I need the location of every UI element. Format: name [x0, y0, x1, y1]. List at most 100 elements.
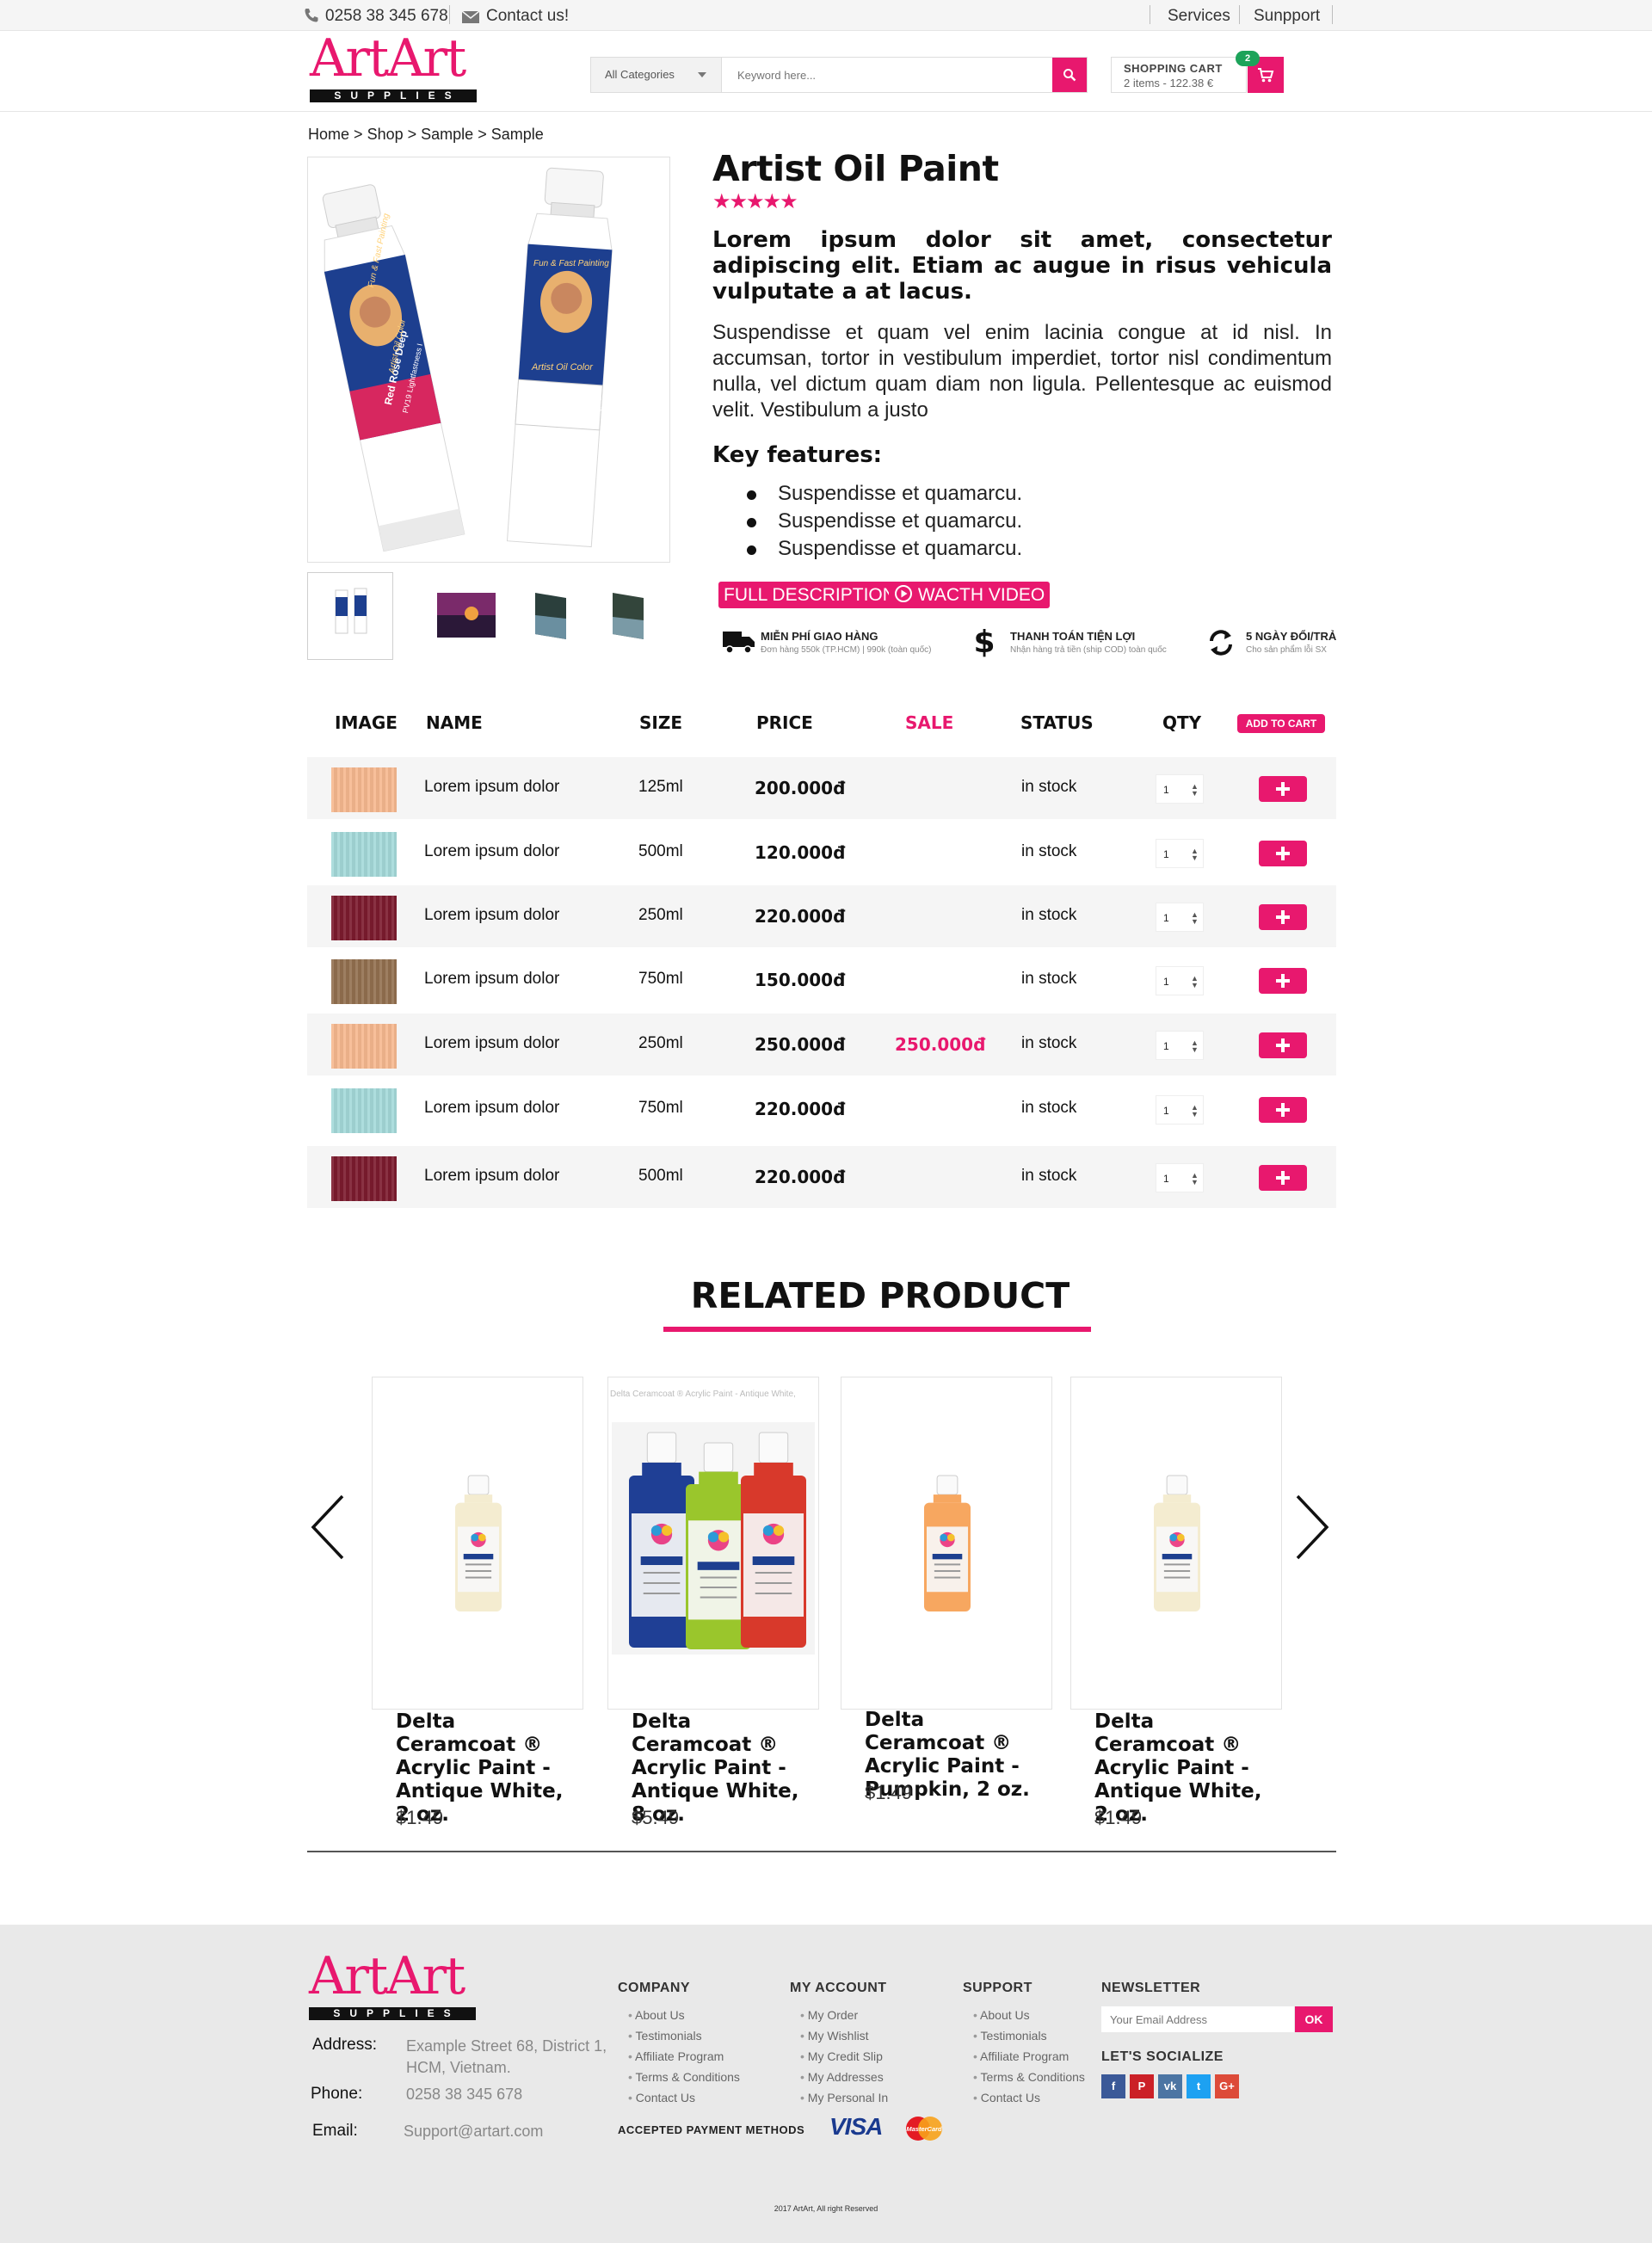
thumbnail-2[interactable]	[422, 572, 508, 660]
breadcrumb-shop[interactable]: Shop	[367, 126, 404, 143]
footer-link[interactable]: Terms & Conditions	[628, 2070, 740, 2084]
search-icon	[1063, 69, 1076, 82]
service-return-subtitle: Cho sản phẩm lỗi SX	[1246, 645, 1327, 655]
stepper-arrows-icon[interactable]: ▲ ▼	[1191, 975, 1199, 989]
stepper-arrows-icon[interactable]: ▲ ▼	[1191, 911, 1199, 926]
thumbnail-landscape-canvas	[535, 593, 566, 639]
newsletter-submit-button[interactable]: OK	[1295, 2006, 1333, 2032]
stepper-arrows-icon[interactable]: ▲ ▼	[1191, 1172, 1199, 1186]
facebook-icon[interactable]: f	[1101, 2074, 1125, 2098]
footer-link[interactable]: About Us	[628, 2008, 685, 2022]
product-card[interactable]	[1070, 1377, 1282, 1710]
quantity-stepper[interactable]: 1 ▲ ▼	[1156, 774, 1204, 804]
footer-link[interactable]: Testimonials	[628, 2029, 702, 2043]
google-plus-icon[interactable]: G+	[1215, 2074, 1239, 2098]
watch-video-button[interactable]: WACTH VIDEO	[889, 582, 1051, 608]
add-to-cart-button[interactable]	[1259, 968, 1307, 994]
breadcrumb-sample[interactable]: Sample	[421, 126, 473, 143]
key-feature-item: Suspendisse et quamarcu.	[778, 537, 1023, 560]
carousel-next-button[interactable]	[1292, 1493, 1332, 1562]
vk-icon[interactable]: vk	[1158, 2074, 1182, 2098]
add-to-cart-button[interactable]	[1259, 1032, 1307, 1058]
quantity-value: 1	[1163, 912, 1169, 924]
quantity-stepper[interactable]: 1 ▲ ▼	[1156, 1095, 1204, 1125]
add-to-cart-button[interactable]	[1259, 1097, 1307, 1123]
site-logo[interactable]: ArtArt SUPPLIES	[308, 31, 480, 105]
footer-link[interactable]: Affiliate Program	[628, 2049, 724, 2063]
product-card[interactable]	[841, 1377, 1052, 1710]
quantity-stepper[interactable]: 1 ▲ ▼	[1156, 1031, 1204, 1060]
footer-link[interactable]: My Addresses	[800, 2070, 884, 2084]
product-price: $1.49	[1094, 1807, 1143, 1828]
newsletter-email-input[interactable]	[1101, 2006, 1294, 2032]
footer-logo[interactable]: ArtArt SUPPLIES	[307, 1949, 479, 2024]
newsletter-title: NEWSLETTER	[1101, 1981, 1201, 1995]
paint-tubes-illustration	[322, 167, 613, 552]
footer-link[interactable]: My Personal In	[800, 2091, 888, 2104]
product-description: Suspendisse et quam vel enim lacinia con…	[712, 321, 1332, 422]
footer-phone: 0258 38 345 678	[406, 2086, 523, 2103]
topbar-phone: 0258 38 345 678	[325, 7, 448, 25]
search-input[interactable]	[722, 58, 1051, 92]
quantity-stepper[interactable]: 1 ▲ ▼	[1156, 839, 1204, 868]
twitter-icon[interactable]: t	[1187, 2074, 1211, 2098]
thumbnail-1[interactable]	[307, 572, 393, 660]
add-to-cart-button[interactable]	[1259, 1165, 1307, 1191]
quantity-value: 1	[1163, 1040, 1169, 1052]
pinterest-icon[interactable]: P	[1130, 2074, 1154, 2098]
breadcrumb-home[interactable]: Home	[308, 126, 349, 143]
shopping-cart-summary[interactable]: SHOPPING CART 2 items - 122.38 €	[1111, 57, 1247, 93]
product-price: $5.49	[632, 1807, 680, 1828]
variant-size: 750ml	[638, 970, 683, 988]
table-row: Lorem ipsum dolor 500ml 220.000đ in stock 1 ▲…	[307, 1146, 1336, 1208]
table-row: Lorem ipsum dolor 750ml 150.000đ in stock 1 ▲…	[307, 949, 1336, 1011]
search-bar: All Categories	[590, 57, 1088, 93]
stepper-arrows-icon[interactable]: ▲ ▼	[1191, 847, 1199, 862]
key-feature-item: Suspendisse et quamarcu.	[778, 482, 1023, 505]
mastercard-label: MasterCard	[906, 2125, 942, 2133]
color-swatch	[331, 767, 397, 812]
topbar-support-link[interactable]: Sunpport	[1254, 7, 1320, 26]
footer-link[interactable]: About Us	[973, 2008, 1030, 2022]
product-card[interactable]: Delta Ceramcoat ® Acrylic Paint - Antiqu…	[607, 1377, 819, 1710]
search-button[interactable]	[1052, 58, 1087, 92]
stepper-arrows-icon[interactable]: ▲ ▼	[1191, 1104, 1199, 1118]
topbar-contact-link[interactable]: Contact us!	[486, 7, 569, 26]
footer-link[interactable]: Affiliate Program	[973, 2049, 1069, 2063]
footer-link[interactable]: My Credit Slip	[800, 2049, 883, 2063]
table-row: Lorem ipsum dolor 125ml 200.000đ in stock 1 ▲…	[307, 757, 1336, 819]
product-card[interactable]	[372, 1377, 583, 1710]
quantity-stepper[interactable]: 1 ▲ ▼	[1156, 966, 1204, 995]
key-feature-item: Suspendisse et quamarcu.	[778, 509, 1023, 533]
thumbnail-4[interactable]	[585, 572, 671, 660]
add-to-cart-button[interactable]	[1259, 904, 1307, 930]
topbar-services-link[interactable]: Services	[1168, 7, 1230, 26]
footer-link[interactable]: Contact Us	[973, 2091, 1040, 2104]
product-main-image[interactable]: Red Rose Deep PV19 Lightfastness I Titan…	[307, 157, 670, 563]
product-image-bottle	[455, 1475, 502, 1611]
quantity-stepper[interactable]: 1 ▲ ▼	[1156, 1163, 1204, 1192]
footer-email[interactable]: Support@artart.com	[404, 2123, 543, 2141]
footer-logo-tagline: SUPPLIES	[309, 2007, 476, 2020]
full-description-button[interactable]: FULL DESCRIPTION	[718, 582, 901, 608]
footer-link[interactable]: Contact Us	[628, 2091, 695, 2104]
tube-2-line-label: Artist Oil Color	[532, 362, 593, 373]
breadcrumb-current: Sample	[490, 126, 544, 143]
footer-link[interactable]: My Wishlist	[800, 2029, 869, 2043]
column-header-qty: QTY	[1162, 712, 1202, 733]
footer-link[interactable]: My Order	[800, 2008, 858, 2022]
stepper-arrows-icon[interactable]: ▲ ▼	[1191, 783, 1199, 798]
breadcrumb-separator: >	[407, 126, 417, 143]
breadcrumb-separator: >	[354, 126, 363, 143]
add-to-cart-button[interactable]	[1259, 841, 1307, 866]
color-swatch	[331, 1156, 397, 1201]
quantity-value: 1	[1163, 1105, 1169, 1117]
thumbnail-3[interactable]	[508, 572, 594, 660]
stepper-arrows-icon[interactable]: ▲ ▼	[1191, 1039, 1199, 1054]
add-to-cart-button[interactable]	[1259, 776, 1307, 802]
table-row: Lorem ipsum dolor 250ml 250.000đ 250.000đ in…	[307, 1014, 1336, 1075]
footer-link[interactable]: Testimonials	[973, 2029, 1047, 2043]
carousel-prev-button[interactable]	[308, 1493, 348, 1562]
footer-link[interactable]: Terms & Conditions	[973, 2070, 1085, 2084]
quantity-stepper[interactable]: 1 ▲ ▼	[1156, 903, 1204, 932]
